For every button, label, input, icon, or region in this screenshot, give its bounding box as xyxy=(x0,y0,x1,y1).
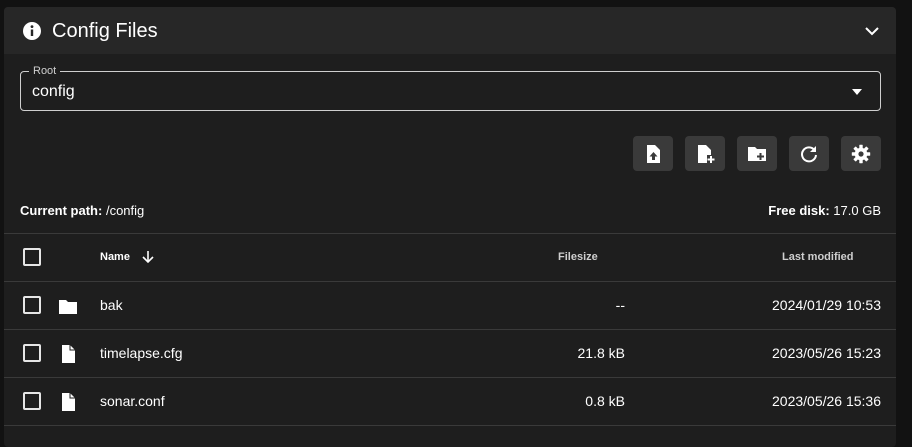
column-header-filesize[interactable]: Filesize xyxy=(558,250,598,264)
current-path-label: Current path: xyxy=(20,203,103,218)
column-header-name[interactable]: Name xyxy=(100,250,130,264)
root-select-value: config xyxy=(32,83,75,100)
row-checkbox[interactable] xyxy=(23,296,41,314)
upload-file-button[interactable] xyxy=(633,136,673,171)
panel-header[interactable]: Config Files xyxy=(4,7,896,54)
folder-icon xyxy=(59,300,77,314)
panel-title: Config Files xyxy=(52,20,158,42)
config-files-panel: Config Files Root config Current path: /… xyxy=(4,7,896,447)
file-size: 21.8 kB xyxy=(577,345,625,361)
file-size: -- xyxy=(615,297,625,313)
refresh-button[interactable] xyxy=(789,136,829,171)
free-disk-label: Free disk: xyxy=(768,203,830,218)
divider xyxy=(4,329,896,330)
file-modified: 2023/05/26 15:36 xyxy=(772,393,881,409)
root-select[interactable]: Root config xyxy=(20,65,881,111)
settings-button[interactable] xyxy=(841,136,881,171)
file-size: 0.8 kB xyxy=(585,393,625,409)
file-upload-icon xyxy=(647,145,660,163)
current-path: Current path: /config xyxy=(20,203,144,219)
divider xyxy=(4,377,896,378)
file-icon xyxy=(62,393,75,411)
create-folder-button[interactable] xyxy=(737,136,777,171)
gear-icon xyxy=(851,144,871,164)
file-name[interactable]: sonar.conf xyxy=(100,393,165,410)
create-file-button[interactable] xyxy=(685,136,725,171)
file-icon xyxy=(62,345,75,363)
divider xyxy=(4,281,896,282)
file-name[interactable]: bak xyxy=(100,297,123,314)
divider xyxy=(4,425,896,426)
file-modified: 2023/05/26 15:23 xyxy=(772,345,881,361)
refresh-icon xyxy=(801,146,817,163)
free-disk: Free disk: 17.0 GB xyxy=(768,203,881,219)
file-plus-icon xyxy=(698,145,715,163)
info-icon xyxy=(23,22,41,40)
chevron-up-icon[interactable] xyxy=(864,23,880,39)
select-all-checkbox[interactable] xyxy=(23,248,41,266)
folder-plus-icon xyxy=(748,147,766,161)
arrow-down-icon[interactable] xyxy=(141,249,155,265)
file-name[interactable]: timelapse.cfg xyxy=(100,345,182,362)
current-path-value: /config xyxy=(105,203,145,218)
divider xyxy=(4,233,896,234)
free-disk-value: 17.0 GB xyxy=(833,203,881,218)
file-modified: 2024/01/29 10:53 xyxy=(772,297,881,313)
row-checkbox[interactable] xyxy=(23,344,41,362)
row-checkbox[interactable] xyxy=(23,392,41,410)
column-header-last-modified[interactable]: Last modified xyxy=(782,250,854,264)
root-select-label: Root xyxy=(29,65,61,77)
caret-down-icon xyxy=(852,89,862,95)
